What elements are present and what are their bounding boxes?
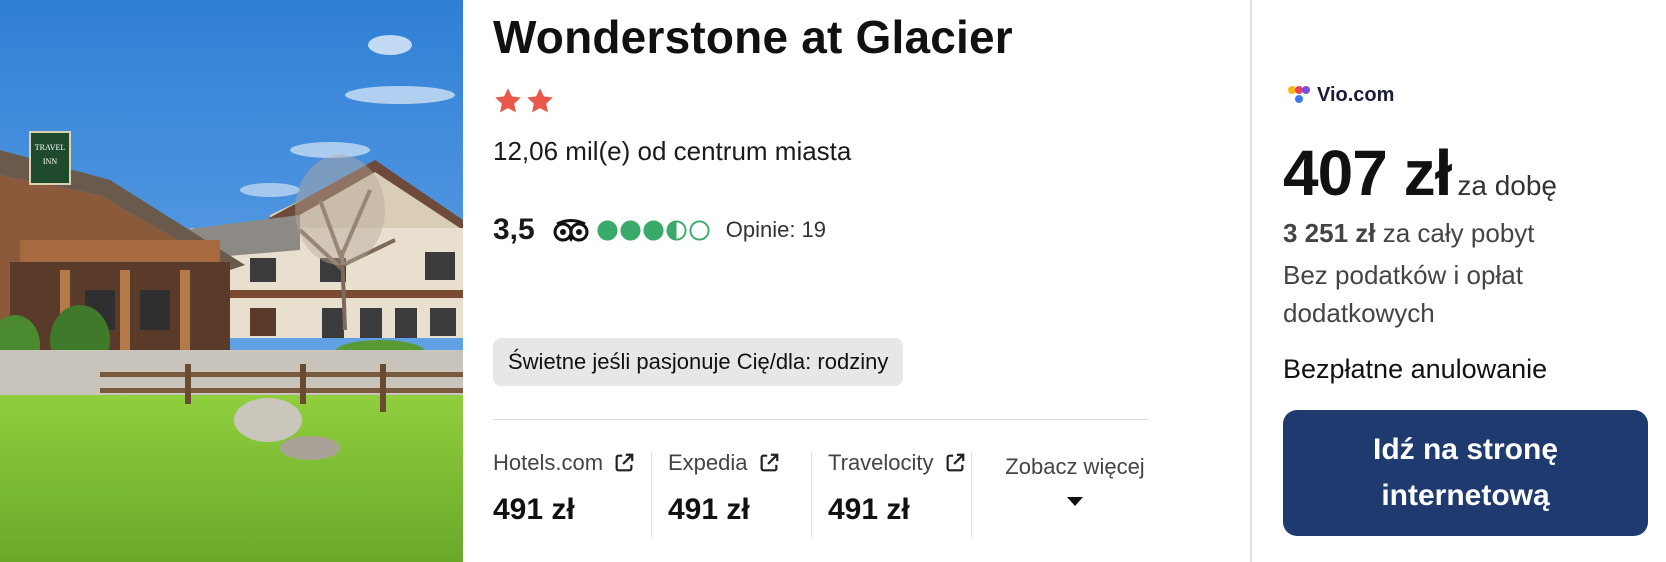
hotel-photo-image: TRAVEL INN <box>0 0 463 562</box>
free-cancellation: Bezpłatne anulowanie <box>1283 354 1548 384</box>
price-amount: 407 zł <box>1283 137 1452 209</box>
distance-from-center: 12,06 mil(e) od centrum miasta <box>493 136 852 166</box>
cta-label: Idź na stronę internetową <box>1372 433 1559 512</box>
rating-bubble-empty-icon <box>689 219 710 241</box>
provider-price: 491 zł <box>493 493 575 526</box>
provider-separator <box>971 452 972 538</box>
total-price: 3 251 zł za cały pobyt <box>1283 218 1535 249</box>
rating-bubbles <box>597 219 710 241</box>
hotel-name[interactable]: Wonderstone at Glacier <box>493 10 1013 64</box>
sign-text-line1: TRAVEL <box>35 143 66 152</box>
price-per-night: za dobę <box>1457 170 1557 201</box>
rating-bubble-icon <box>597 219 618 241</box>
total-label: za cały pobyt <box>1382 218 1535 248</box>
tripadvisor-rating: 3,5 Opinie: 19 <box>493 212 826 248</box>
go-to-website-button[interactable]: Idź na stronę internetową <box>1283 410 1648 536</box>
deal-provider-name: Vio.com <box>1317 84 1395 106</box>
provider-name: Hotels.com <box>493 450 604 475</box>
sign-text-line2: INN <box>43 157 57 166</box>
divider <box>493 419 1148 420</box>
rating-bubble-icon <box>643 219 664 241</box>
external-link-icon <box>946 453 964 472</box>
hotel-info: Wonderstone at Glacier 12,06 mil(e) od c… <box>493 0 1148 562</box>
deal-provider: Vio.com <box>1287 84 1394 107</box>
external-link-icon <box>615 453 634 472</box>
traveler-type-tag: Świetne jeśli pasjonuje Cię/dla: rodziny <box>493 338 904 386</box>
column-divider <box>1250 0 1252 562</box>
provider-price: 491 zł <box>828 493 910 526</box>
review-count[interactable]: Opinie: 19 <box>726 217 826 243</box>
star-icon <box>495 88 521 113</box>
provider-name: Expedia <box>668 450 748 475</box>
tax-note: Bez podatków i opłat dodatkowych <box>1283 260 1523 328</box>
rating-bubble-icon <box>620 219 641 241</box>
nightly-price: 407 zł za dobę <box>1283 136 1557 210</box>
provider-travelocity[interactable]: Travelocity 491 zł <box>828 448 966 538</box>
star-icon <box>527 88 553 113</box>
total-amount: 3 251 zł <box>1283 218 1376 248</box>
external-link-icon <box>760 453 778 472</box>
see-more-button[interactable]: Zobacz więcej <box>1000 454 1150 507</box>
see-more-label: Zobacz więcej <box>1005 454 1145 479</box>
tripadvisor-owl-icon <box>553 219 589 242</box>
rating-bubble-half-icon <box>666 219 687 241</box>
rating-score: 3,5 <box>493 213 535 246</box>
hotel-photo[interactable]: TRAVEL INN <box>0 0 463 562</box>
vio-logo-icon <box>1288 85 1310 103</box>
best-deal-panel: Vio.com 407 zł za dobę 3 251 zł za cały p… <box>1283 0 1653 562</box>
provider-hotels-com[interactable]: Hotels.com 491 zł <box>493 448 635 538</box>
star-rating <box>493 86 555 116</box>
caret-down-icon <box>1067 497 1083 506</box>
provider-prices: Hotels.com 491 zł Expedia 491 zł Travelo… <box>493 448 1148 538</box>
provider-price: 491 zł <box>668 493 750 526</box>
provider-expedia[interactable]: Expedia 491 zł <box>668 448 780 538</box>
provider-name: Travelocity <box>828 450 934 475</box>
provider-separator <box>811 452 812 538</box>
provider-separator <box>651 452 652 538</box>
